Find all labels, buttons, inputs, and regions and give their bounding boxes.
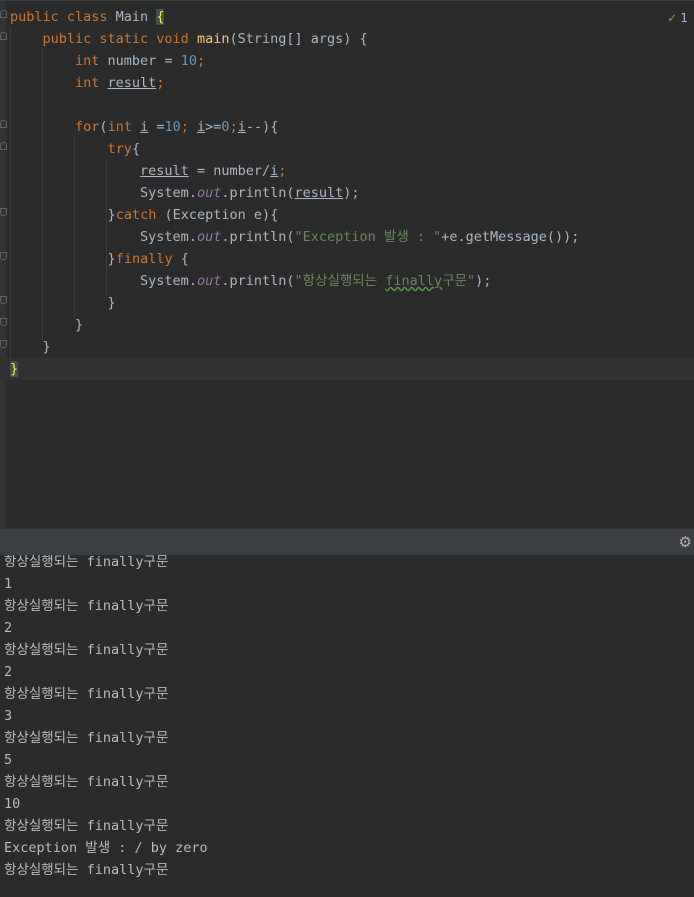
fold-marker-icon[interactable] [0,340,7,348]
console-line: 항상실행되는 finally구문 [4,862,169,878]
code-line: }finally { [107,251,189,267]
console-line: 항상실행되는 finally구문 [4,642,169,658]
fold-marker-icon[interactable] [0,252,7,260]
code-line: } [42,339,51,355]
code-editor[interactable]: ✓ 1 public class Main { public static voi… [0,0,694,528]
fold-marker-icon[interactable] [0,120,7,128]
fold-marker-icon[interactable] [0,32,7,40]
console-line: 항상실행되는 finally구문 [4,818,169,834]
console-line: 10 [4,796,21,812]
fold-marker-icon[interactable] [0,10,7,18]
fold-marker-icon[interactable] [0,296,7,304]
console-line: 2 [4,620,13,636]
editor-gutter[interactable] [0,1,7,528]
console-line: 1 [4,576,13,592]
run-panel-toolbar[interactable]: ⚙ [0,528,694,555]
fold-marker-icon[interactable] [0,208,7,216]
console-line: 항상실행되는 finally구문 [4,774,169,790]
fold-marker-icon[interactable] [0,318,7,326]
code-line: } [107,295,116,311]
fold-marker-icon[interactable] [0,142,7,150]
console-output: 항상실행되는 finally구문 1 항상실행되는 finally구문 2 항상실행되는… [4,555,208,881]
code-line: System.out.println("Exception 발생 : "+e.g… [140,229,580,245]
code-line: int result; [75,75,165,91]
console-line: 5 [4,752,13,768]
code-line: try{ [107,141,141,157]
console-line: Exception 발생 : / by zero [4,840,208,856]
code-line: System.out.println("항상실행되는 finally구문"); [140,273,492,289]
code-line: } [75,317,84,333]
code-line: System.out.println(result); [140,185,360,201]
code-line: public static void main(String[] args) { [42,31,368,47]
console-line: 3 [4,708,13,724]
run-console[interactable]: 항상실행되는 finally구문 1 항상실행되는 finally구문 2 항상실행되는… [0,555,694,897]
code-line: result = number/i; [140,163,287,179]
code-line: }catch (Exception e){ [107,207,279,223]
code-line: for(int i =10; i>=0;i--){ [75,119,279,135]
code-area[interactable]: public class Main { public static void m… [0,6,694,380]
code-line: int number = 10; [75,53,206,69]
code-line-current: } [0,358,694,380]
code-line: public class Main { [10,9,165,25]
console-line: 항상실행되는 finally구문 [4,555,169,570]
console-line: 항상실행되는 finally구문 [4,686,169,702]
console-line: 항상실행되는 finally구문 [4,730,169,746]
gear-icon[interactable]: ⚙ [679,533,692,551]
console-line: 항상실행되는 finally구문 [4,598,169,614]
console-line: 2 [4,664,13,680]
